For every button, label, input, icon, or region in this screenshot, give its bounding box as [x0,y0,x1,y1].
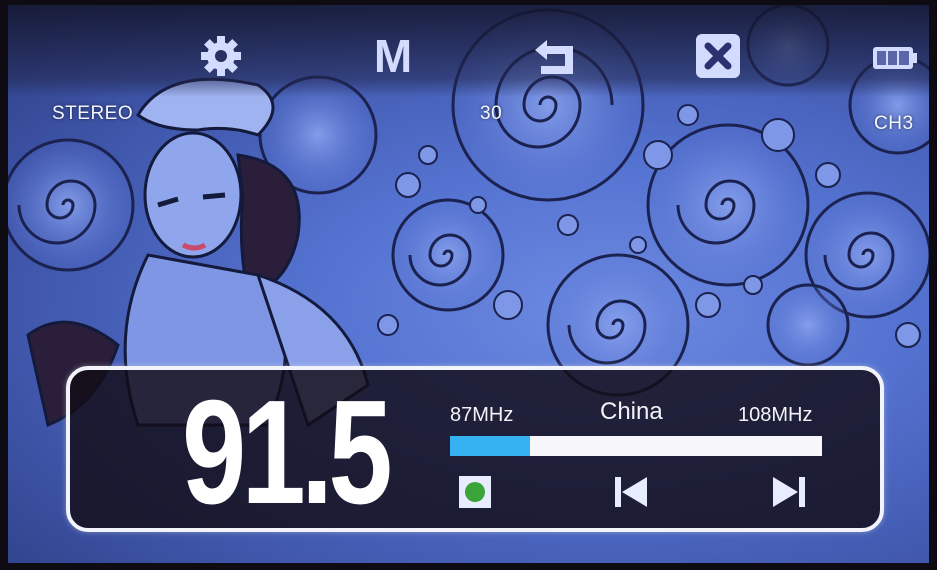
seek-next-button[interactable] [766,470,812,514]
top-toolbar [8,5,929,97]
seek-previous-button[interactable] [608,470,654,514]
mode-button[interactable]: M [364,31,422,81]
fm-radio-screen: M STEREO 30 CH3 91.5 87MHz China 108MHz [8,5,929,563]
battery-icon [873,47,917,69]
skip-next-icon [773,477,805,507]
settings-button[interactable] [192,31,250,81]
gear-icon [201,36,241,76]
region-label: China [600,398,663,425]
mode-icon: M [373,30,413,82]
record-button[interactable] [452,470,498,514]
tuner-slider-fill [450,436,530,456]
radio-panel: 91.5 87MHz China 108MHz [66,366,884,532]
return-button[interactable] [526,31,584,81]
tuner-slider[interactable] [450,436,822,456]
stereo-indicator: STEREO [52,103,134,124]
frequency-display: 91.5 [182,370,393,535]
close-button[interactable] [689,31,747,81]
record-icon [459,476,491,508]
channel-indicator: CH3 [874,113,914,134]
band-min-label: 87MHz [450,404,514,426]
close-icon [696,34,740,78]
skip-previous-icon [615,477,647,507]
band-max-label: 108MHz [738,404,813,426]
battery-indicator [870,33,920,83]
volume-level: 30 [480,103,503,124]
return-icon [535,40,573,74]
